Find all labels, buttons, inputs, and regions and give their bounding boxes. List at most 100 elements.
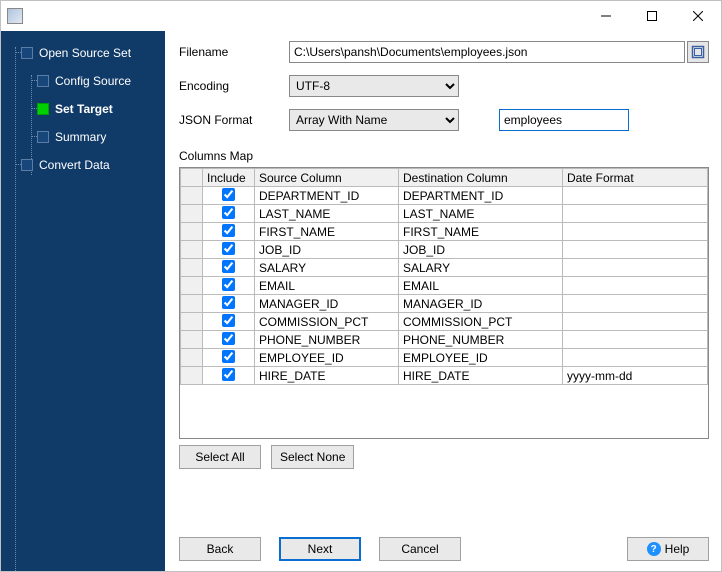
destination-cell[interactable]: EMAIL	[399, 277, 563, 295]
row-header[interactable]	[181, 259, 203, 277]
include-checkbox[interactable]	[222, 332, 235, 345]
include-checkbox[interactable]	[222, 224, 235, 237]
table-row[interactable]: COMMISSION_PCTCOMMISSION_PCT	[181, 313, 708, 331]
table-row[interactable]: LAST_NAMELAST_NAME	[181, 205, 708, 223]
include-cell[interactable]	[203, 313, 255, 331]
row-header[interactable]	[181, 349, 203, 367]
header-include[interactable]: Include	[203, 169, 255, 187]
row-header[interactable]	[181, 367, 203, 385]
back-button[interactable]: Back	[179, 537, 261, 561]
destination-cell[interactable]: EMPLOYEE_ID	[399, 349, 563, 367]
include-checkbox[interactable]	[222, 242, 235, 255]
destination-cell[interactable]: FIRST_NAME	[399, 223, 563, 241]
include-checkbox[interactable]	[222, 368, 235, 381]
source-cell[interactable]: SALARY	[255, 259, 399, 277]
destination-cell[interactable]: SALARY	[399, 259, 563, 277]
row-header[interactable]	[181, 331, 203, 349]
header-source[interactable]: Source Column	[255, 169, 399, 187]
destination-cell[interactable]: DEPARTMENT_ID	[399, 187, 563, 205]
destination-cell[interactable]: MANAGER_ID	[399, 295, 563, 313]
table-row[interactable]: SALARYSALARY	[181, 259, 708, 277]
include-checkbox[interactable]	[222, 296, 235, 309]
maximize-button[interactable]	[629, 1, 675, 31]
include-cell[interactable]	[203, 349, 255, 367]
date-format-cell[interactable]	[563, 349, 708, 367]
table-row[interactable]: EMAILEMAIL	[181, 277, 708, 295]
sidebar-item-summary[interactable]: Summary	[1, 123, 165, 151]
encoding-select[interactable]: UTF-8	[289, 75, 459, 97]
include-cell[interactable]	[203, 187, 255, 205]
row-header[interactable]	[181, 223, 203, 241]
header-destination[interactable]: Destination Column	[399, 169, 563, 187]
table-row[interactable]: JOB_IDJOB_ID	[181, 241, 708, 259]
include-cell[interactable]	[203, 277, 255, 295]
sidebar-item-convert-data[interactable]: Convert Data	[1, 151, 165, 179]
json-format-select[interactable]: Array With Name	[289, 109, 459, 131]
row-header[interactable]	[181, 295, 203, 313]
destination-cell[interactable]: JOB_ID	[399, 241, 563, 259]
include-checkbox[interactable]	[222, 314, 235, 327]
row-header[interactable]	[181, 187, 203, 205]
include-cell[interactable]	[203, 241, 255, 259]
source-cell[interactable]: COMMISSION_PCT	[255, 313, 399, 331]
sidebar-item-set-target[interactable]: Set Target	[1, 95, 165, 123]
include-cell[interactable]	[203, 259, 255, 277]
include-checkbox[interactable]	[222, 188, 235, 201]
date-format-cell[interactable]	[563, 331, 708, 349]
row-header[interactable]	[181, 205, 203, 223]
source-cell[interactable]: EMAIL	[255, 277, 399, 295]
table-row[interactable]: HIRE_DATEHIRE_DATEyyyy-mm-dd	[181, 367, 708, 385]
row-header[interactable]	[181, 277, 203, 295]
include-checkbox[interactable]	[222, 206, 235, 219]
source-cell[interactable]: EMPLOYEE_ID	[255, 349, 399, 367]
close-button[interactable]	[675, 1, 721, 31]
table-row[interactable]: EMPLOYEE_IDEMPLOYEE_ID	[181, 349, 708, 367]
date-format-cell[interactable]	[563, 259, 708, 277]
source-cell[interactable]: JOB_ID	[255, 241, 399, 259]
source-cell[interactable]: MANAGER_ID	[255, 295, 399, 313]
include-checkbox[interactable]	[222, 260, 235, 273]
header-date-format[interactable]: Date Format	[563, 169, 708, 187]
date-format-cell[interactable]	[563, 295, 708, 313]
help-button[interactable]: ?Help	[627, 537, 709, 561]
date-format-cell[interactable]: yyyy-mm-dd	[563, 367, 708, 385]
include-checkbox[interactable]	[222, 278, 235, 291]
date-format-cell[interactable]	[563, 313, 708, 331]
include-cell[interactable]	[203, 223, 255, 241]
select-all-button[interactable]: Select All	[179, 445, 261, 469]
row-header[interactable]	[181, 241, 203, 259]
date-format-cell[interactable]	[563, 187, 708, 205]
source-cell[interactable]: HIRE_DATE	[255, 367, 399, 385]
destination-cell[interactable]: PHONE_NUMBER	[399, 331, 563, 349]
date-format-cell[interactable]	[563, 277, 708, 295]
include-cell[interactable]	[203, 295, 255, 313]
source-cell[interactable]: PHONE_NUMBER	[255, 331, 399, 349]
row-header[interactable]	[181, 313, 203, 331]
date-format-cell[interactable]	[563, 223, 708, 241]
select-none-button[interactable]: Select None	[271, 445, 354, 469]
array-name-input[interactable]	[499, 109, 629, 131]
date-format-cell[interactable]	[563, 205, 708, 223]
columns-map-grid[interactable]: Include Source Column Destination Column…	[179, 167, 709, 439]
destination-cell[interactable]: HIRE_DATE	[399, 367, 563, 385]
destination-cell[interactable]: LAST_NAME	[399, 205, 563, 223]
source-cell[interactable]: FIRST_NAME	[255, 223, 399, 241]
minimize-button[interactable]	[583, 1, 629, 31]
include-cell[interactable]	[203, 205, 255, 223]
table-row[interactable]: FIRST_NAMEFIRST_NAME	[181, 223, 708, 241]
destination-cell[interactable]: COMMISSION_PCT	[399, 313, 563, 331]
table-row[interactable]: PHONE_NUMBERPHONE_NUMBER	[181, 331, 708, 349]
sidebar-item-open-source-set[interactable]: Open Source Set	[1, 39, 165, 67]
cancel-button[interactable]: Cancel	[379, 537, 461, 561]
table-row[interactable]: DEPARTMENT_IDDEPARTMENT_ID	[181, 187, 708, 205]
source-cell[interactable]: DEPARTMENT_ID	[255, 187, 399, 205]
table-row[interactable]: MANAGER_IDMANAGER_ID	[181, 295, 708, 313]
include-cell[interactable]	[203, 331, 255, 349]
date-format-cell[interactable]	[563, 241, 708, 259]
sidebar-item-config-source[interactable]: Config Source	[1, 67, 165, 95]
filename-input[interactable]	[289, 41, 685, 63]
include-cell[interactable]	[203, 367, 255, 385]
browse-button[interactable]	[687, 41, 709, 63]
include-checkbox[interactable]	[222, 350, 235, 363]
source-cell[interactable]: LAST_NAME	[255, 205, 399, 223]
